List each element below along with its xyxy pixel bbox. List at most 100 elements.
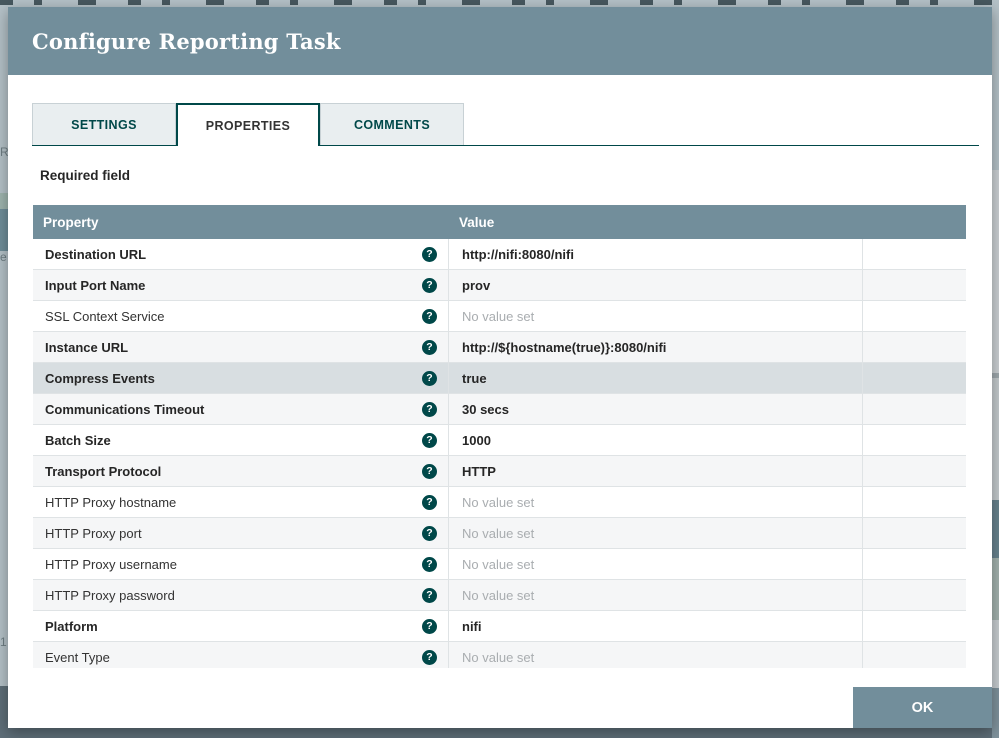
- property-cell: HTTP Proxy password ?: [33, 580, 449, 610]
- filler-cell: [863, 487, 966, 517]
- background-text-fragment: e: [0, 251, 7, 263]
- table-row[interactable]: Input Port Name ? prov: [33, 270, 966, 301]
- filler-cell: [863, 456, 966, 486]
- property-cell: Batch Size ?: [33, 425, 449, 455]
- table-body: Destination URL ? http://nifi:8080/nifi …: [33, 239, 966, 668]
- value-cell[interactable]: http://${hostname(true)}:8080/nifi: [449, 332, 863, 362]
- value-cell[interactable]: HTTP: [449, 456, 863, 486]
- tab-comments[interactable]: COMMENTS: [320, 103, 464, 145]
- property-value: 1000: [462, 432, 491, 448]
- background-fragment: [992, 688, 999, 738]
- value-cell[interactable]: No value set: [449, 642, 863, 668]
- property-value: 30 secs: [462, 401, 509, 417]
- value-cell[interactable]: 1000: [449, 425, 863, 455]
- ok-button-label: OK: [911, 699, 934, 716]
- table-row[interactable]: Communications Timeout ? 30 secs: [33, 394, 966, 425]
- property-name: SSL Context Service: [45, 308, 165, 324]
- filler-cell: [863, 549, 966, 579]
- property-cell: HTTP Proxy hostname ?: [33, 487, 449, 517]
- tab-label: SETTINGS: [71, 117, 137, 132]
- value-cell[interactable]: No value set: [449, 580, 863, 610]
- property-cell: Compress Events ?: [33, 363, 449, 393]
- filler-cell: [863, 611, 966, 641]
- required-field-label: Required field: [40, 168, 131, 183]
- property-name: HTTP Proxy hostname: [45, 494, 177, 510]
- table-header: Property Value: [33, 205, 966, 239]
- help-icon[interactable]: ?: [422, 556, 437, 572]
- table-row[interactable]: HTTP Proxy hostname ? No value set: [33, 487, 966, 518]
- value-cell[interactable]: No value set: [449, 301, 863, 331]
- property-cell: Communications Timeout ?: [33, 394, 449, 424]
- property-value: No value set: [462, 494, 535, 510]
- background-fragment: [992, 378, 999, 500]
- value-cell[interactable]: No value set: [449, 518, 863, 548]
- help-icon[interactable]: ?: [422, 463, 437, 479]
- property-cell: Destination URL ?: [33, 239, 449, 269]
- filler-cell: [863, 239, 966, 269]
- background-fragment: [992, 170, 999, 373]
- column-header-property: Property: [43, 214, 99, 230]
- property-name: Input Port Name: [45, 277, 146, 293]
- property-value: No value set: [462, 525, 535, 541]
- help-icon[interactable]: ?: [422, 432, 437, 448]
- property-name: Communications Timeout: [45, 401, 205, 417]
- help-icon[interactable]: ?: [422, 370, 437, 386]
- dialog-title: Configure Reporting Task: [32, 28, 341, 54]
- value-cell[interactable]: No value set: [449, 549, 863, 579]
- property-cell: Instance URL ?: [33, 332, 449, 362]
- table-row[interactable]: SSL Context Service ? No value set: [33, 301, 966, 332]
- property-name: Destination URL: [45, 246, 147, 262]
- background-fragment: [992, 500, 999, 558]
- table-row[interactable]: Instance URL ? http://${hostname(true)}:…: [33, 332, 966, 363]
- value-cell[interactable]: No value set: [449, 487, 863, 517]
- tab-bar: SETTINGS PROPERTIES COMMENTS: [32, 103, 979, 146]
- table-row[interactable]: Destination URL ? http://nifi:8080/nifi: [33, 239, 966, 270]
- table-row[interactable]: HTTP Proxy username ? No value set: [33, 549, 966, 580]
- background-fragment: [0, 209, 8, 251]
- table-row[interactable]: HTTP Proxy port ? No value set: [33, 518, 966, 549]
- table-row[interactable]: Compress Events ? true: [33, 363, 966, 394]
- background-text-fragment: R: [0, 146, 8, 158]
- background-fragment: [992, 620, 999, 688]
- tab-label: COMMENTS: [353, 117, 431, 132]
- filler-cell: [863, 363, 966, 393]
- column-header-value: Value: [459, 214, 495, 230]
- property-cell: HTTP Proxy username ?: [33, 549, 449, 579]
- table-row[interactable]: Platform ? nifi: [33, 611, 966, 642]
- table-row[interactable]: Event Type ? No value set: [33, 642, 966, 668]
- help-icon[interactable]: ?: [422, 277, 437, 293]
- help-icon[interactable]: ?: [422, 525, 437, 541]
- properties-table: Property Value Destination URL ? http://…: [33, 205, 966, 668]
- value-cell[interactable]: nifi: [449, 611, 863, 641]
- property-value: http://nifi:8080/nifi: [462, 246, 574, 262]
- value-cell[interactable]: http://nifi:8080/nifi: [449, 239, 863, 269]
- tab-properties[interactable]: PROPERTIES: [176, 103, 320, 146]
- help-icon[interactable]: ?: [422, 401, 437, 417]
- ok-button[interactable]: OK: [853, 687, 992, 728]
- filler-cell: [863, 580, 966, 610]
- filler-cell: [863, 332, 966, 362]
- property-name: Compress Events: [45, 370, 155, 386]
- table-row[interactable]: Transport Protocol ? HTTP: [33, 456, 966, 487]
- configure-reporting-task-dialog: Configure Reporting Task SETTINGS PROPER…: [8, 7, 992, 728]
- value-cell[interactable]: prov: [449, 270, 863, 300]
- help-icon[interactable]: ?: [422, 308, 437, 324]
- value-cell[interactable]: true: [449, 363, 863, 393]
- filler-cell: [863, 301, 966, 331]
- help-icon[interactable]: ?: [422, 618, 437, 634]
- table-row[interactable]: Batch Size ? 1000: [33, 425, 966, 456]
- tab-settings[interactable]: SETTINGS: [32, 103, 176, 145]
- value-cell[interactable]: 30 secs: [449, 394, 863, 424]
- tab-label: PROPERTIES: [205, 118, 291, 133]
- help-icon[interactable]: ?: [422, 649, 437, 665]
- property-name: Batch Size: [45, 432, 111, 448]
- property-name: Event Type: [45, 649, 110, 665]
- help-icon[interactable]: ?: [422, 494, 437, 510]
- table-row[interactable]: HTTP Proxy password ? No value set: [33, 580, 966, 611]
- property-value: No value set: [462, 649, 535, 665]
- help-icon[interactable]: ?: [422, 587, 437, 603]
- property-value: No value set: [462, 556, 535, 572]
- help-icon[interactable]: ?: [422, 339, 437, 355]
- toolbar-fragments: [0, 0, 999, 7]
- help-icon[interactable]: ?: [422, 246, 437, 262]
